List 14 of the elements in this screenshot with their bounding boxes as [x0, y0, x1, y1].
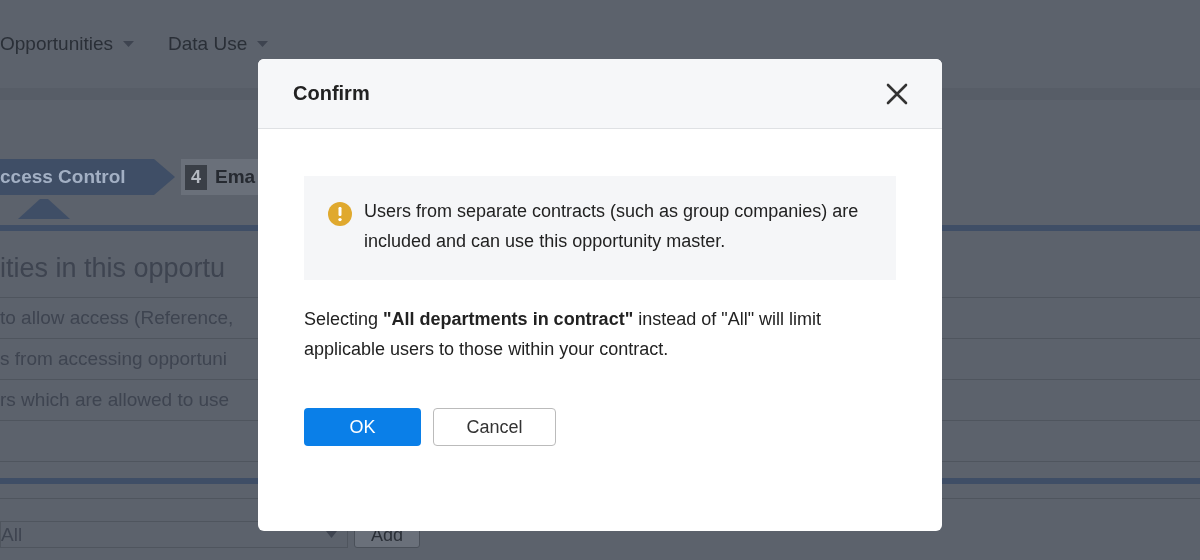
step-pointer-icon	[18, 197, 70, 219]
alert-text: Users from separate contracts (such as group companies) are included and can use this opportunity master.	[364, 200, 860, 253]
ok-button[interactable]: OK	[304, 408, 421, 446]
caret-icon	[257, 41, 269, 47]
dialog-title: Confirm	[293, 82, 370, 105]
confirm-message: Selecting "All departments in contract" instead of "All" will limit applicable users to those within your contract.	[304, 308, 823, 361]
caret-icon	[123, 41, 134, 47]
cancel-button[interactable]: Cancel	[433, 408, 556, 446]
warning-icon	[328, 202, 352, 226]
close-icon[interactable]	[886, 82, 908, 105]
wizard-step[interactable]: ccess Control	[0, 159, 175, 195]
step-label: ccess Control	[0, 166, 126, 188]
step-number: 4	[185, 164, 207, 190]
step-label: Ema	[215, 166, 256, 188]
